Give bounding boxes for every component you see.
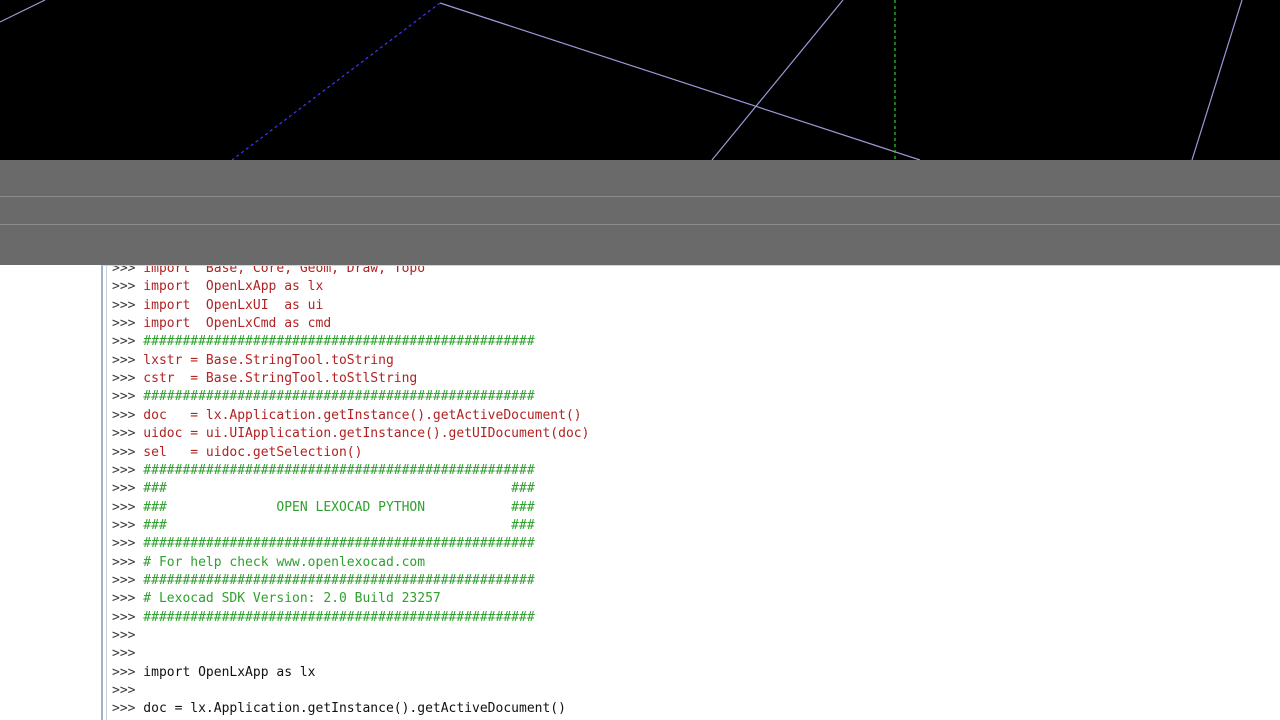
console-code: sel = uidoc.getSelection() xyxy=(135,444,363,460)
console-code: uidoc = ui.UIApplication.getInstance().g… xyxy=(135,426,590,442)
console-prompt: >>> xyxy=(112,462,136,478)
console-line: >>> ####################################… xyxy=(112,572,535,590)
console-code: import OpenLxApp as lx xyxy=(135,279,324,295)
console-line: >>> doc = lx.Application.getInstance().g… xyxy=(112,407,582,425)
console-line: >>> ### ### xyxy=(112,517,535,535)
console-code: import OpenLxApp as lx xyxy=(135,664,316,680)
console-line: >>> ####################################… xyxy=(112,462,535,480)
splitter-divider xyxy=(0,224,1280,225)
console-prompt: >>> xyxy=(112,628,136,643)
console-code: ########################################… xyxy=(135,609,535,625)
console-prompt: >>> xyxy=(112,371,136,387)
console-prompt: >>> xyxy=(112,591,136,607)
console-line: >>> ### ### xyxy=(112,480,535,498)
console-code: ########################################… xyxy=(135,536,535,552)
console-line: >>> # For help check www.openlexocad.com xyxy=(112,554,425,572)
console-prompt: >>> xyxy=(112,646,136,662)
console-code: import Base, Core, Geom, Draw, Topo xyxy=(135,265,426,276)
console-code: # Lexocad SDK Version: 2.0 Build 23257 xyxy=(135,591,441,607)
console-line: >>> ####################################… xyxy=(112,535,535,553)
3d-viewport[interactable] xyxy=(0,0,1280,160)
axis-dashed-blue xyxy=(231,2,441,160)
console-prompt: >>> xyxy=(112,279,136,295)
console-prompt: >>> xyxy=(112,316,136,332)
console-line: >>> uidoc = ui.UIApplication.getInstance… xyxy=(112,425,589,443)
console-prompt: >>> xyxy=(112,407,136,423)
console-code: # For help check www.openlexocad.com xyxy=(135,554,426,570)
console-line: >>> xyxy=(112,682,135,700)
console-prompt: >>> xyxy=(112,609,136,625)
console-code: import OpenLxCmd as cmd xyxy=(135,316,332,332)
console-line: >>> # Lexocad SDK Version: 2.0 Build 232… xyxy=(112,590,441,608)
console-panel: >>> import Base, Core, Geom, Draw, Topo >… xyxy=(0,265,1280,720)
python-console[interactable]: >>> import Base, Core, Geom, Draw, Topo >… xyxy=(101,265,1280,720)
console-prompt: >>> xyxy=(112,352,136,368)
console-code: ### OPEN LEXOCAD PYTHON ### xyxy=(135,499,535,515)
console-line: >>> doc = lx.Application.getInstance().g… xyxy=(112,700,566,718)
console-code: ########################################… xyxy=(135,334,535,350)
console-code: ########################################… xyxy=(135,462,535,478)
wire-edge xyxy=(1191,0,1243,160)
console-code: ########################################… xyxy=(135,389,535,405)
console-code: lxstr = Base.StringTool.toString xyxy=(135,352,394,368)
console-prompt: >>> xyxy=(112,517,136,533)
console-prompt: >>> xyxy=(112,481,136,497)
console-line: >>> sel = uidoc.getSelection() xyxy=(112,444,362,462)
panel-splitter[interactable] xyxy=(0,160,1280,265)
console-prompt: >>> xyxy=(112,297,136,313)
console-prompt: >>> xyxy=(112,536,136,552)
splitter-divider xyxy=(0,196,1280,197)
console-prompt: >>> xyxy=(112,499,136,515)
console-line: >>> lxstr = Base.StringTool.toString xyxy=(112,352,394,370)
console-line: >>> cstr = Base.StringTool.toStlString xyxy=(112,370,417,388)
console-prompt: >>> xyxy=(112,426,136,442)
console-line: >>> xyxy=(112,645,135,663)
console-line: >>> ####################################… xyxy=(112,388,535,406)
console-line: >>> xyxy=(112,627,135,645)
console-prompt: >>> xyxy=(112,265,136,276)
console-line: >>> import OpenLxApp as lx xyxy=(112,664,316,682)
console-prompt: >>> xyxy=(112,683,136,699)
console-line: >>> ####################################… xyxy=(112,609,535,627)
console-line: >>> ####################################… xyxy=(112,333,535,351)
console-gutter xyxy=(106,266,107,720)
wire-edge xyxy=(439,2,921,160)
viewport-wireframe xyxy=(0,0,1243,160)
console-line: >>> import OpenLxCmd as cmd xyxy=(112,315,331,333)
console-line: >>> import OpenLxUI as ui xyxy=(112,297,323,315)
console-prompt: >>> xyxy=(112,334,136,350)
wire-edge xyxy=(0,0,46,23)
console-code: doc = lx.Application.getInstance().getAc… xyxy=(135,407,582,423)
console-line: >>> import OpenLxApp as lx xyxy=(112,278,323,296)
console-code: doc = lx.Application.getInstance().getAc… xyxy=(135,701,566,717)
console-line: >>> import Base, Core, Geom, Draw, Topo xyxy=(112,265,426,278)
console-prompt: >>> xyxy=(112,664,136,680)
console-code: cstr = Base.StringTool.toStlString xyxy=(135,371,418,387)
console-code: ### ### xyxy=(135,517,535,533)
console-prompt: >>> xyxy=(112,701,136,717)
console-code: ########################################… xyxy=(135,572,535,588)
console-prompt: >>> xyxy=(112,554,136,570)
console-prompt: >>> xyxy=(112,572,136,588)
console-code: ### ### xyxy=(135,481,535,497)
console-prompt: >>> xyxy=(112,389,136,405)
console-code: import OpenLxUI as ui xyxy=(135,297,324,313)
console-prompt: >>> xyxy=(112,444,136,460)
wire-edge xyxy=(711,0,844,160)
console-line: >>> ### OPEN LEXOCAD PYTHON ### xyxy=(112,499,535,517)
